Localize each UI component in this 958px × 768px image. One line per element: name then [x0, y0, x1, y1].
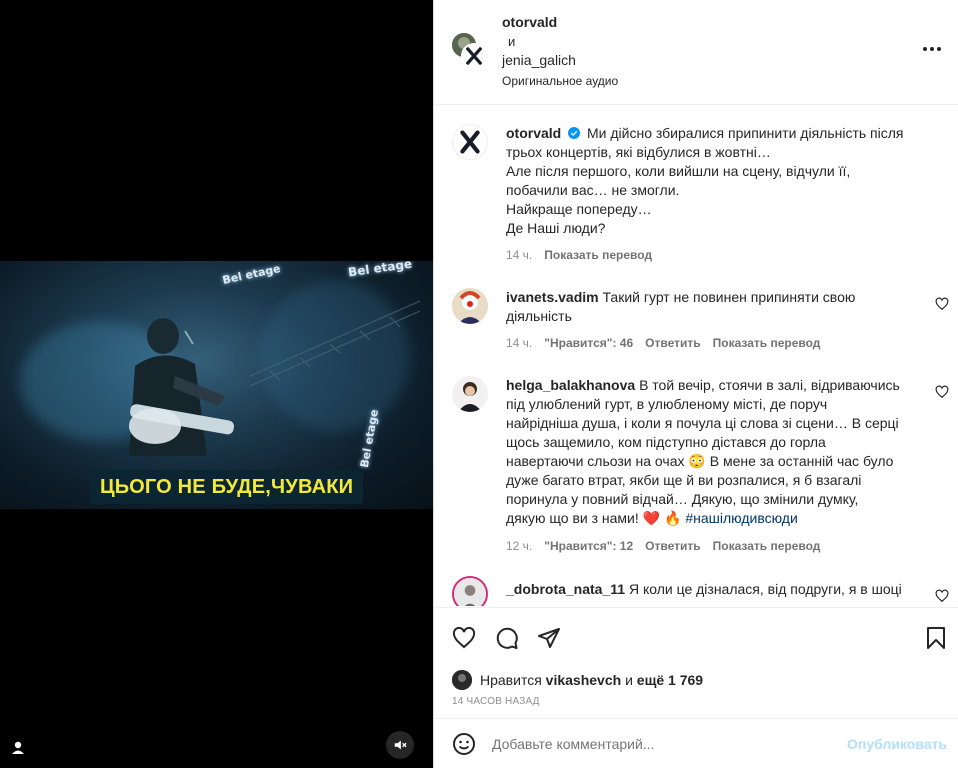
comment-icon[interactable] [495, 626, 519, 650]
post-actions: Нравится vikashevch и ещё 1 769 14 ЧАСОВ… [434, 607, 958, 717]
neon-sign: Bel etage [347, 261, 413, 280]
caption-meta: 14 ч. Показать перевод [506, 248, 652, 262]
posted-ago[interactable]: 14 ЧАСОВ НАЗАД [452, 696, 540, 707]
comment-meta: 14 ч. "Нравится": 46 Ответить Показать п… [506, 336, 820, 350]
header-conjunction: и [508, 34, 516, 49]
share-icon[interactable] [537, 626, 561, 650]
caption-text: otorvald Ми дійсно збиралися припинити д… [506, 125, 904, 236]
post-header: otorvald и jenia_galich Оригинальное ауд… [434, 0, 958, 105]
comments-list[interactable]: otorvald Ми дійсно збиралися припинити д… [434, 106, 958, 606]
reply-button[interactable]: Ответить [645, 539, 700, 553]
heart-icon[interactable] [935, 297, 949, 311]
add-comment-bar: Опубликовать [434, 718, 958, 768]
more-icon[interactable] [923, 42, 943, 56]
publish-button[interactable]: Опубликовать [847, 736, 947, 752]
emoji-icon[interactable] [452, 732, 476, 756]
likes-summary: Нравится vikashevch и ещё 1 769 [480, 672, 704, 688]
avatar[interactable] [452, 124, 488, 160]
avatar[interactable] [452, 576, 488, 606]
comment-username[interactable]: _dobrota_nata_11 [506, 581, 625, 597]
heart-icon[interactable] [935, 589, 949, 603]
avatar[interactable] [452, 376, 488, 412]
comment-username[interactable]: helga_balakhanova [506, 377, 635, 393]
user-icon[interactable] [8, 738, 28, 758]
video-caption: ЦЬОГО НЕ БУДЕ,ЧУВАКИ [90, 470, 364, 504]
avatar[interactable] [452, 288, 488, 324]
comment-username[interactable]: ivanets.vadim [506, 289, 599, 305]
mute-icon [394, 740, 407, 750]
heart-icon[interactable] [452, 626, 476, 650]
liker-username[interactable]: vikashevch [546, 672, 622, 688]
reply-button[interactable]: Ответить [645, 336, 700, 350]
comment-text: helga_balakhanova В той вечір, стоячи в … [506, 377, 900, 526]
video-player[interactable]: Bel etage Bel etage Bel etage ЦЬОГО НЕ Б… [0, 261, 433, 509]
likes-count[interactable]: "Нравится": 46 [544, 336, 633, 350]
heart-icon[interactable] [935, 385, 949, 399]
performer-figure [129, 318, 235, 456]
comment-text: _dobrota_nata_11 Я коли це дізналася, ві… [506, 581, 902, 597]
comment-input[interactable] [492, 733, 832, 755]
timestamp[interactable]: 14 ч. [506, 248, 532, 262]
stage-truss [249, 300, 421, 387]
author2-avatar[interactable] [461, 43, 487, 69]
caption-username[interactable]: otorvald [506, 125, 561, 141]
emoji: 😳 [688, 453, 706, 469]
fire-emoji: 🔥 [664, 510, 682, 526]
audio-label[interactable]: Оригинальное аудио [502, 74, 618, 88]
author2-name[interactable]: jenia_galich [502, 52, 576, 68]
hashtag-link[interactable]: #нашілюдивсюди [685, 510, 797, 526]
heart-emoji: ❤️ [642, 510, 661, 526]
likes-count[interactable]: "Нравится": 12 [544, 539, 633, 553]
comment-text: ivanets.vadim Такий гурт не повинен прип… [506, 289, 856, 324]
translate-link[interactable]: Показать перевод [713, 539, 821, 553]
mute-button[interactable] [386, 731, 414, 759]
timestamp[interactable]: 12 ч. [506, 539, 532, 553]
post-panel: otorvald и jenia_galich Оригинальное ауд… [433, 0, 958, 768]
liker-avatar[interactable] [452, 670, 472, 690]
translate-link[interactable]: Показать перевод [713, 336, 821, 350]
comment-meta: 12 ч. "Нравится": 12 Ответить Показать п… [506, 539, 820, 553]
bookmark-icon[interactable] [925, 626, 947, 650]
likes-more[interactable]: ещё 1 769 [637, 672, 703, 688]
timestamp[interactable]: 14 ч. [506, 336, 532, 350]
translate-link[interactable]: Показать перевод [544, 248, 652, 262]
media-pane: Bel etage Bel etage Bel etage ЦЬОГО НЕ Б… [0, 0, 433, 768]
author1-name[interactable]: otorvald [502, 14, 557, 30]
verified-icon [568, 127, 581, 139]
